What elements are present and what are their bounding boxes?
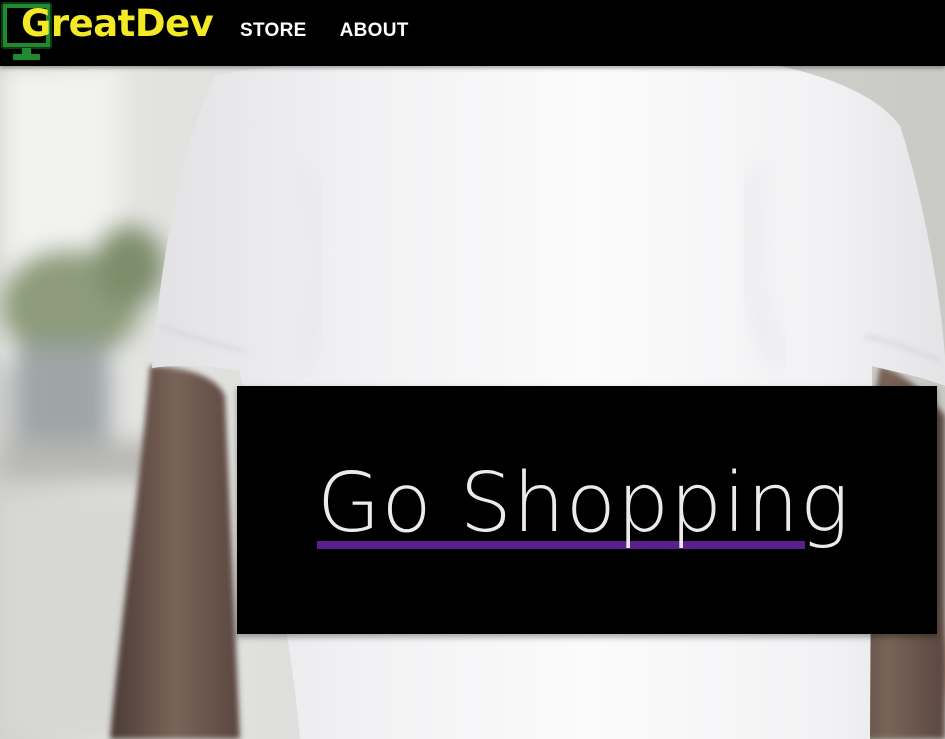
brand-logo-link[interactable]: GreatDev [0, 0, 215, 66]
navbar: GreatDev STORE ABOUT [0, 0, 945, 66]
page: GreatDev STORE ABOUT Go Shopping [0, 0, 945, 739]
hero-section: Go Shopping [0, 66, 945, 739]
go-shopping-link[interactable]: Go Shopping [317, 454, 850, 554]
go-shopping-banner[interactable]: Go Shopping [237, 386, 937, 634]
nav-links: STORE ABOUT [240, 0, 442, 62]
nav-link-about[interactable]: ABOUT [340, 20, 409, 42]
brand-name: GreatDev [21, 2, 214, 45]
nav-link-store[interactable]: STORE [240, 20, 307, 42]
